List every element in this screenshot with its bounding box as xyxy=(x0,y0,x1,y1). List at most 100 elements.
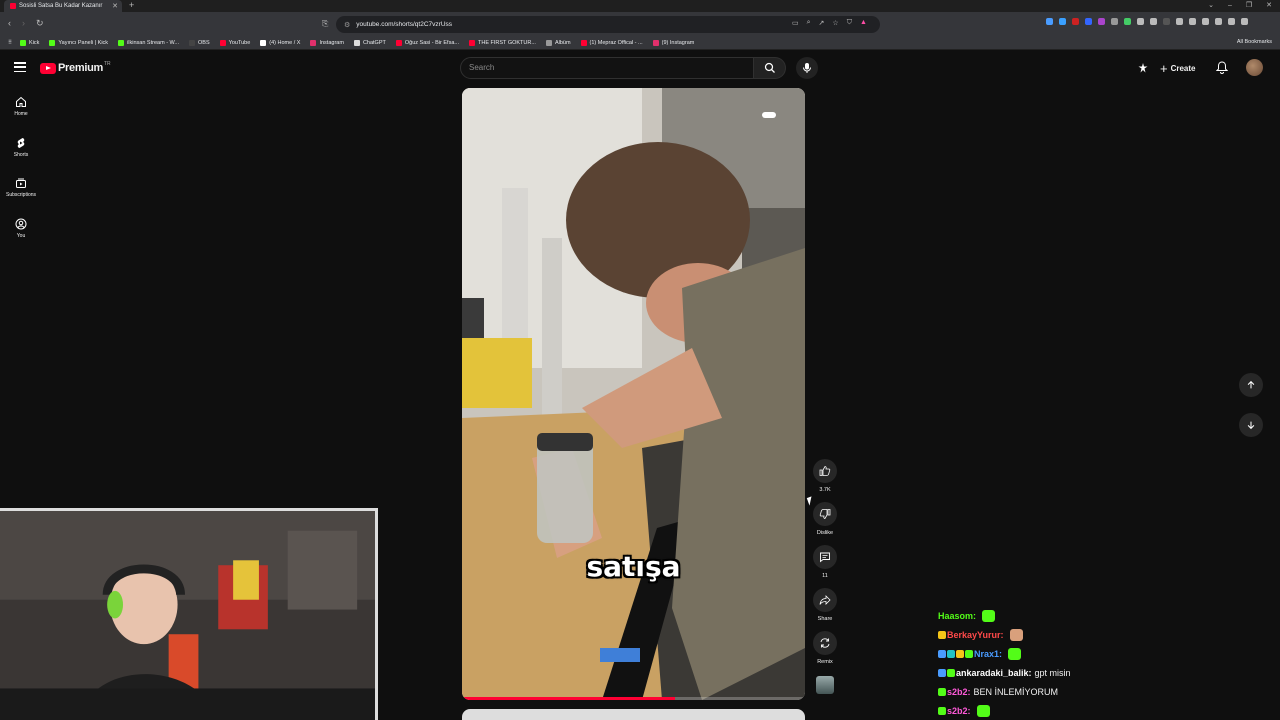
profile-icon[interactable] xyxy=(1228,18,1235,25)
chat-badge-icon xyxy=(956,649,964,658)
sidebar-item-home[interactable]: Home xyxy=(0,96,42,117)
sidebar-item-subscriptions[interactable]: Subscriptions xyxy=(0,177,42,198)
search-input[interactable]: Search xyxy=(460,57,754,79)
chat-message: BerkayYurur: xyxy=(938,625,1268,644)
extension-icon[interactable] xyxy=(1046,18,1053,25)
account-avatar[interactable] xyxy=(1246,59,1263,76)
bookmark-favicon-icon xyxy=(49,39,56,46)
extension-icon[interactable] xyxy=(1059,18,1066,25)
bookmark-item[interactable]: Kick xyxy=(20,39,39,46)
bookmark-item[interactable]: OBS xyxy=(189,39,210,46)
subscriptions-icon xyxy=(16,178,26,188)
like-button[interactable]: 3.7K xyxy=(812,459,838,493)
bookmark-item[interactable]: ilkinsan Stream - W... xyxy=(118,39,179,46)
new-tab-icon[interactable]: + xyxy=(129,0,134,11)
bookmark-item[interactable]: Yayıncı Paneli | Kick xyxy=(49,39,108,46)
video-progress-bar[interactable] xyxy=(462,697,805,700)
chat-emote-icon xyxy=(1008,647,1022,660)
youtube-logo[interactable]: Premium TR xyxy=(40,61,111,74)
bookmark-item[interactable]: Albüm xyxy=(545,39,571,46)
search-button[interactable] xyxy=(754,57,786,79)
reload-icon[interactable]: ↻ xyxy=(36,18,44,29)
bookmark-item[interactable]: (9) Instagram xyxy=(652,39,695,46)
browser-tab[interactable]: Sosisli Satsa Bu Kadar Kazanır ✕ xyxy=(4,0,122,12)
apps-icon[interactable]: ⠿ xyxy=(8,40,12,46)
plus-icon: + xyxy=(1160,60,1168,76)
create-button[interactable]: + Create xyxy=(1160,59,1196,77)
bookmark-item[interactable]: Instagram xyxy=(310,39,344,46)
bookmark-item[interactable]: YouTube xyxy=(219,39,251,46)
chat-emote-icon xyxy=(982,609,996,622)
extension-arrow-icon[interactable]: ▲ xyxy=(860,19,867,27)
chat-username: Haasom: xyxy=(938,610,977,621)
previous-short-button[interactable] xyxy=(1239,373,1263,397)
forward-icon[interactable]: › xyxy=(22,18,25,28)
create-label: Create xyxy=(1170,63,1196,73)
notifications-bell-icon[interactable] xyxy=(1216,61,1228,74)
extension-icon[interactable] xyxy=(1124,18,1131,25)
bookmark-page-icon[interactable]: ⎘ xyxy=(322,19,328,29)
extensions-icon[interactable] xyxy=(1202,18,1209,25)
short-video-player[interactable]: satışa xyxy=(462,88,805,700)
bookmark-favicon-icon xyxy=(20,39,27,46)
zoom-icon[interactable]: ⌕ xyxy=(807,19,811,27)
bookmarks-bar: ⠿ Kick Yayıncı Paneli | Kick ilkinsan Stre… xyxy=(0,36,1280,50)
tab-search-icon[interactable]: ⌄ xyxy=(1208,0,1214,11)
chat-message: s2b2: BEN İNLEMİYORUM xyxy=(938,682,1268,701)
tab-close-icon[interactable]: ✕ xyxy=(112,2,118,10)
next-short-preview[interactable] xyxy=(462,709,805,720)
bookmark-label: YouTube xyxy=(228,39,251,46)
window-close-icon[interactable]: ✕ xyxy=(1266,0,1272,11)
sidebar-toggle-icon[interactable] xyxy=(1189,18,1196,25)
chat-text: BEN İNLEMİYORUM xyxy=(973,686,1059,697)
webcam-overlay xyxy=(0,508,378,720)
window-controls: ⌄ – ❐ ✕ xyxy=(1208,0,1272,11)
extension-icon[interactable] xyxy=(1137,18,1144,25)
remix-button[interactable]: Remix xyxy=(812,631,838,665)
star-icon[interactable]: ☆ xyxy=(832,19,838,27)
extension-icon[interactable] xyxy=(1163,18,1170,25)
next-short-button[interactable] xyxy=(1239,413,1263,437)
menu-icon[interactable] xyxy=(1241,18,1248,25)
sidebar-item-shorts[interactable]: Shorts xyxy=(0,137,42,158)
chat-emote-icon xyxy=(1009,628,1023,641)
shield-icon[interactable]: ⛉ xyxy=(847,19,852,27)
share-page-icon[interactable]: ↗ xyxy=(819,19,825,27)
bookmark-item[interactable]: THE FIRST GOKTUR... xyxy=(468,39,536,46)
chat-username: Nrax1: xyxy=(974,648,1003,659)
bookmark-label: (9) Instagram xyxy=(661,39,695,46)
address-bar-url: youtube.com/shorts/qt2C7vzrUss xyxy=(356,21,453,28)
channel-thumbnail[interactable] xyxy=(816,676,834,694)
extension-icon[interactable] xyxy=(1098,18,1105,25)
bookmark-item[interactable]: ChatGPT xyxy=(353,39,386,46)
tab-title: Sosisli Satsa Bu Kadar Kazanır xyxy=(19,3,103,9)
menu-icon[interactable] xyxy=(14,62,26,72)
mouse-cursor xyxy=(806,496,815,506)
voice-search-button[interactable] xyxy=(796,57,818,79)
extension-icon[interactable] xyxy=(1111,18,1118,25)
comments-button[interactable]: 11 xyxy=(812,545,838,579)
extension-icon[interactable] xyxy=(1072,18,1079,25)
dislike-button[interactable]: Dislike xyxy=(812,502,838,536)
minimize-icon[interactable]: – xyxy=(1228,0,1232,11)
puzzle-icon[interactable] xyxy=(1215,18,1222,25)
remix-label: Remix xyxy=(817,659,833,665)
back-icon[interactable]: ‹ xyxy=(8,18,11,28)
bookmark-label: (1) Mepraz Offical - ... xyxy=(589,39,643,46)
bookmark-item[interactable]: Oğuz Sasi - Bir Efsa... xyxy=(395,39,459,46)
shorts-create-icon[interactable] xyxy=(1137,62,1149,74)
bookmark-item[interactable]: (1) Mepraz Offical - ... xyxy=(580,39,643,46)
chat-badge-icon xyxy=(938,630,946,639)
share-button[interactable]: Share xyxy=(812,588,838,622)
extension-icon[interactable] xyxy=(1150,18,1157,25)
site-info-icon[interactable]: ⚙ xyxy=(344,21,350,29)
sidebar-item-label: You xyxy=(16,233,26,239)
bookmark-item[interactable]: (4) Home / X xyxy=(260,39,300,46)
sidebar-item-you[interactable]: You xyxy=(0,218,42,239)
media-icon[interactable] xyxy=(1176,18,1183,25)
restore-icon[interactable]: ❐ xyxy=(1246,0,1252,11)
extension-icon[interactable] xyxy=(1085,18,1092,25)
all-bookmarks[interactable]: All Bookmarks xyxy=(1237,39,1272,45)
screen-icon[interactable]: ▭ xyxy=(792,19,799,27)
sidebar-item-label: Subscriptions xyxy=(5,192,36,198)
